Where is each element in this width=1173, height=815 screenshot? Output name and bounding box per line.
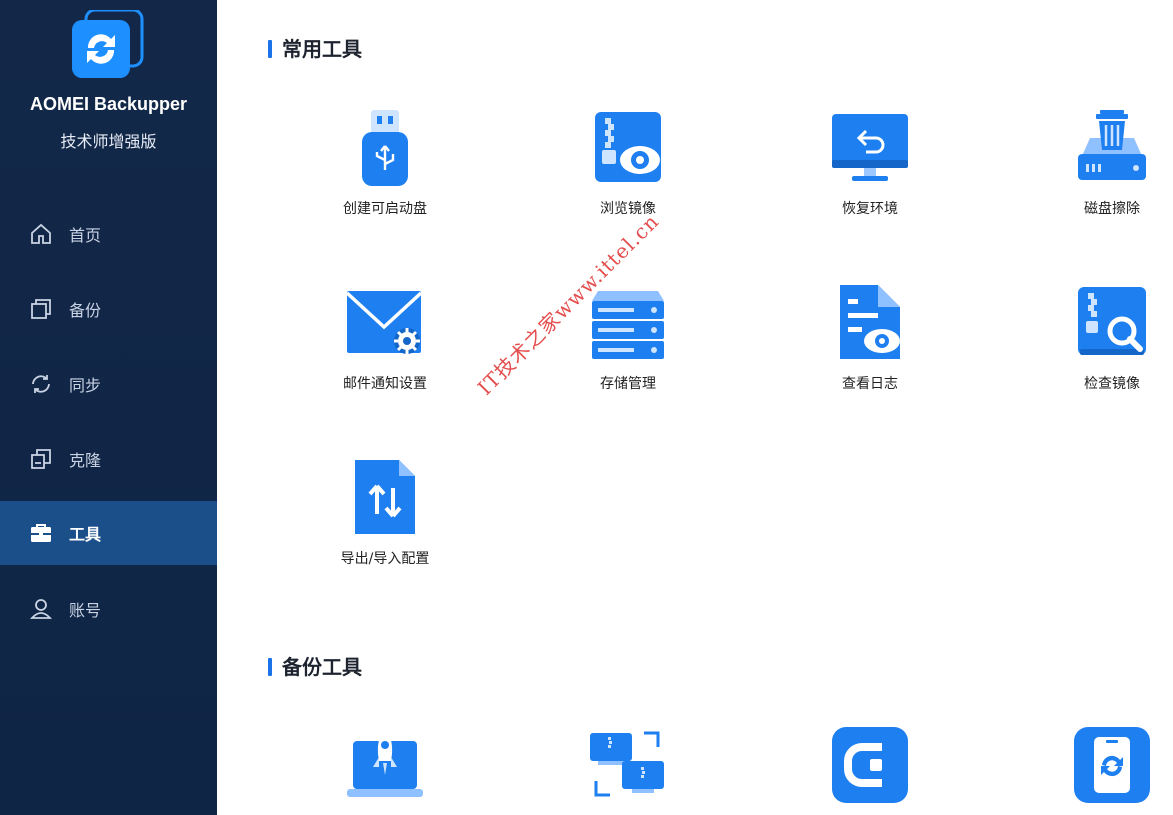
- user-icon: [29, 597, 53, 621]
- sidebar-item-label: 同步: [69, 376, 102, 395]
- create-bootable-media-tool[interactable]: 创建可启动盘: [295, 108, 475, 218]
- pc-transfer-icon: [590, 731, 664, 797]
- recovery-environment-icon: [832, 114, 908, 181]
- email-settings-icon: [345, 291, 423, 354]
- check-image-icon: [1078, 287, 1146, 355]
- sidebar-item-label: 工具: [69, 525, 102, 544]
- sidebar-item-home[interactable]: 首页: [0, 202, 217, 266]
- aomei-logo-icon: [72, 8, 144, 78]
- explore-image-icon: [595, 112, 661, 182]
- tool-label: 导出/导入配置: [340, 551, 430, 567]
- phone-backup-icon: [1074, 727, 1150, 803]
- tool-label: 恢复环境: [842, 201, 898, 217]
- section-title-common-tools: 常用工具: [268, 37, 362, 61]
- sidebar-item-tools[interactable]: 工具: [0, 501, 217, 565]
- sidebar-item-label: 备份: [69, 301, 102, 320]
- app-edition: 技术师增强版: [60, 132, 157, 151]
- export-import-config-tool[interactable]: 导出/导入配置: [295, 458, 475, 568]
- sidebar-item-clone[interactable]: 克隆: [0, 427, 217, 491]
- startup-backup-tool[interactable]: [295, 725, 475, 805]
- startup-backup-icon: [347, 729, 423, 797]
- home-icon: [29, 222, 53, 246]
- usb-drive-icon: [362, 110, 408, 186]
- sidebar-item-label: 首页: [69, 226, 102, 245]
- clone-icon: [29, 447, 53, 471]
- tool-label: 浏览镜像: [600, 201, 656, 217]
- email-notification-settings-tool[interactable]: 邮件通知设置: [295, 283, 475, 393]
- tool-label: 存储管理: [600, 376, 656, 392]
- sidebar: AOMEI Backupper 技术师增强版 首页 备份 同步 克隆 工具 账号: [0, 0, 217, 815]
- sidebar-item-backup[interactable]: 备份: [0, 277, 217, 341]
- sidebar-item-account[interactable]: 账号: [0, 577, 217, 641]
- export-import-icon: [355, 460, 415, 534]
- centralized-backup-tool[interactable]: [780, 725, 960, 805]
- storage-management-icon: [592, 291, 664, 359]
- explore-image-tool[interactable]: 浏览镜像: [538, 108, 718, 218]
- app-name: AOMEI Backupper: [29, 94, 188, 114]
- tool-label: 邮件通知设置: [343, 376, 427, 392]
- section-title-backup-tools: 备份工具: [268, 655, 362, 679]
- check-image-tool[interactable]: 检查镜像: [1022, 283, 1173, 393]
- disk-wipe-tool[interactable]: 磁盘擦除: [1022, 108, 1173, 218]
- pc-transfer-tool[interactable]: [538, 725, 718, 805]
- backup-icon: [29, 297, 53, 321]
- sync-icon: [29, 372, 53, 396]
- tool-label: 磁盘擦除: [1084, 201, 1140, 217]
- sidebar-item-label: 账号: [69, 601, 102, 620]
- view-log-tool[interactable]: 查看日志: [780, 283, 960, 393]
- tool-label: 查看日志: [842, 376, 898, 392]
- sidebar-item-label: 克隆: [69, 451, 102, 470]
- recovery-environment-tool[interactable]: 恢复环境: [780, 108, 960, 218]
- centralized-backup-icon: [832, 727, 908, 803]
- tool-label: 检查镜像: [1084, 376, 1140, 392]
- tool-label: 创建可启动盘: [343, 201, 427, 217]
- toolbox-icon: [29, 521, 53, 545]
- phone-backup-tool[interactable]: [1022, 725, 1173, 805]
- sidebar-item-sync[interactable]: 同步: [0, 352, 217, 416]
- view-log-icon: [840, 285, 900, 359]
- disk-wipe-icon: [1078, 110, 1146, 180]
